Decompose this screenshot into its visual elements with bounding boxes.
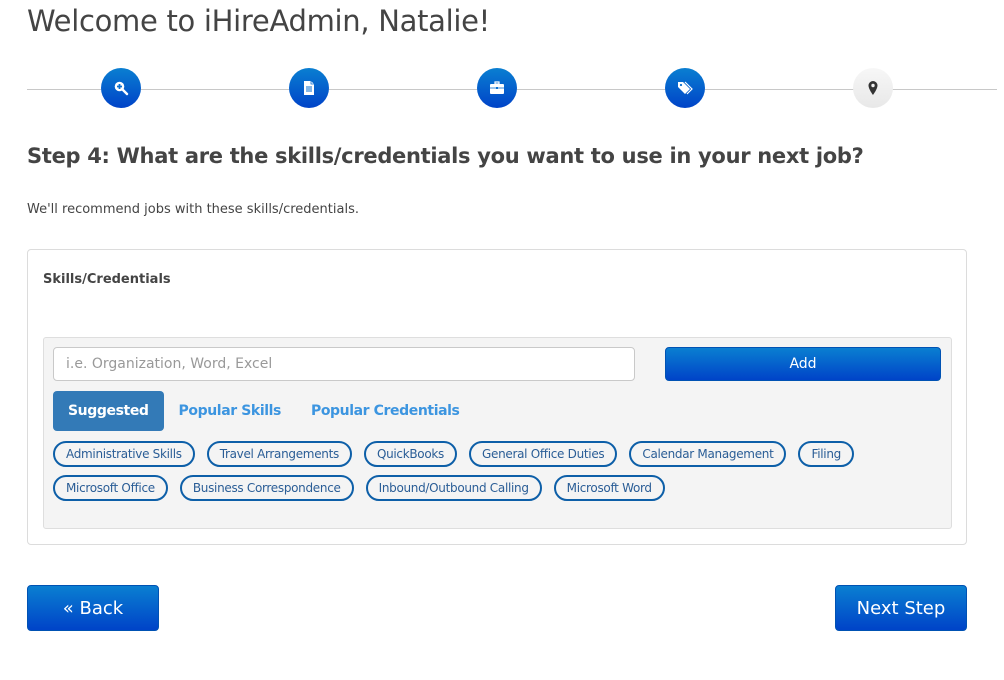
step-search[interactable] [101,68,141,108]
step-location[interactable] [853,68,893,108]
skills-label: Skills/Credentials [43,272,171,287]
step-subtitle: We'll recommend jobs with these skills/c… [27,202,359,217]
step-heading: Step 4: What are the skills/credentials … [27,144,864,168]
back-button[interactable]: « Back [27,585,159,631]
skill-chip[interactable]: Travel Arrangements [206,441,352,467]
step-resume[interactable] [289,68,329,108]
skill-chip[interactable]: Business Correspondence [179,475,354,501]
tab-popular-credentials[interactable]: Popular Credentials [296,391,475,431]
document-icon [304,81,314,95]
skill-chip[interactable]: Inbound/Outbound Calling [365,475,542,501]
tab-suggested[interactable]: Suggested [53,391,164,431]
next-step-button[interactable]: Next Step [835,585,967,631]
skill-chip[interactable]: Filing [798,441,854,467]
skill-chip[interactable]: Calendar Management [629,441,787,467]
step-number: Step 4: [27,144,110,168]
map-marker-icon [868,81,878,95]
skills-well: Add Suggested Popular Skills Popular Cre… [43,337,952,529]
briefcase-icon [490,81,504,94]
skill-input[interactable] [53,347,635,381]
skill-tabs: Suggested Popular Skills Popular Credent… [53,391,474,431]
page-title: Welcome to iHireAdmin, Natalie! [27,4,490,38]
skill-chip[interactable]: Microsoft Office [53,475,168,501]
skill-chip[interactable]: Microsoft Word [553,475,665,501]
add-button[interactable]: Add [665,347,941,381]
search-plus-icon [114,81,129,96]
tags-icon [678,81,693,95]
skill-chip[interactable]: QuickBooks [363,441,457,467]
step-skills[interactable] [665,68,705,108]
skill-chips: Administrative Skills Travel Arrangement… [53,441,933,501]
progress-stepper [27,68,997,110]
tab-popular-skills[interactable]: Popular Skills [164,391,296,431]
step-job[interactable] [477,68,517,108]
step-question: What are the skills/credentials you want… [109,144,864,168]
skills-panel: Skills/Credentials Add Suggested Popular… [27,249,967,545]
skill-chip[interactable]: Administrative Skills [53,441,195,467]
skill-chip[interactable]: General Office Duties [469,441,618,467]
